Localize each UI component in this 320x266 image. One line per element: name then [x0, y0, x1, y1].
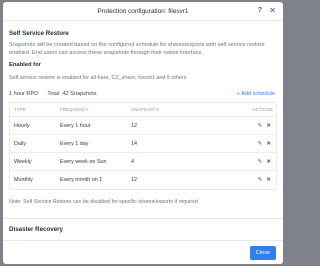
row-actions: ✎ ✕: [221, 159, 276, 165]
enabled-for-title: Enabled for: [9, 62, 41, 68]
row-snapshots: 12: [131, 122, 137, 129]
table-row: Daily Every 1 day 14 ✎ ✕: [10, 135, 276, 153]
row-snapshots: 14: [131, 140, 137, 147]
protection-config-dialog: Protection configuration: filesvr1 ? ✕ S…: [3, 2, 283, 264]
row-frequency: Every 1 hour: [60, 122, 91, 129]
row-frequency: Every week on Sun: [60, 158, 107, 165]
total-snapshots-label: Total: 42 Snapshots: [47, 91, 97, 97]
edit-icon[interactable]: ✎: [258, 141, 263, 147]
table-header: TYPE FREQUENCY SNAPSHOTS ACTIONS: [10, 103, 276, 117]
delete-icon[interactable]: ✕: [266, 141, 271, 147]
row-snapshots: 4: [131, 158, 134, 165]
edit-icon[interactable]: ✎: [258, 177, 263, 183]
header-actions: ACTIONS: [252, 107, 273, 112]
delete-icon[interactable]: ✕: [266, 123, 271, 129]
delete-icon[interactable]: ✕: [266, 159, 271, 165]
dialog-body: Self Service Restore Snapshots will be c…: [3, 21, 283, 240]
row-snapshots: 12: [131, 177, 137, 183]
section-divider: [3, 218, 283, 219]
table-row: Weekly Every week on Sun 4 ✎ ✕: [10, 153, 276, 171]
header-type: TYPE: [14, 107, 27, 112]
row-type: Weekly: [14, 158, 32, 165]
row-type: Daily: [14, 140, 26, 147]
dialog-header: Protection configuration: filesvr1 ? ✕: [3, 2, 283, 21]
disable-note: Note: Self Service Restore can be disabl…: [9, 199, 199, 205]
header-frequency: FREQUENCY: [60, 107, 89, 112]
row-type: Hourly: [14, 122, 30, 129]
rpo-label: 1 hour RPO: [9, 91, 39, 97]
row-actions: ✎ ✕: [221, 141, 276, 147]
edit-icon[interactable]: ✎: [258, 123, 263, 129]
dialog-title: Protection configuration: filesvr1: [97, 7, 189, 15]
row-type: Monthly: [14, 177, 33, 183]
table-row: Monthly Every month on 1 12 ✎ ✕: [10, 171, 276, 189]
self-service-restore-title: Self Service Restore: [9, 30, 69, 37]
row-frequency: Every 1 day: [60, 140, 89, 147]
row-frequency: Every month on 1: [60, 177, 103, 183]
schedule-summary: 1 hour RPO · Total: 42 Snapshots + Add s…: [9, 91, 277, 97]
help-icon[interactable]: ?: [258, 6, 262, 16]
disaster-recovery-title: Disaster Recovery: [9, 226, 64, 233]
header-snapshots: SNAPSHOTS: [131, 107, 160, 112]
schedule-table: TYPE FREQUENCY SNAPSHOTS ACTIONS Hourly …: [9, 102, 277, 190]
add-schedule-link[interactable]: + Add schedule: [237, 91, 275, 97]
close-icon[interactable]: ✕: [269, 6, 276, 16]
table-row: Hourly Every 1 hour 12 ✎ ✕: [10, 117, 276, 135]
enabled-for-text: Self service restore is enabled for all-…: [9, 75, 187, 81]
row-actions: ✎ ✕: [221, 123, 276, 129]
close-button[interactable]: Close: [250, 246, 276, 260]
summary-separator: ·: [42, 91, 45, 97]
delete-icon[interactable]: ✕: [266, 177, 271, 183]
row-actions: ✎ ✕: [221, 177, 276, 183]
dialog-footer: Close: [3, 240, 283, 264]
edit-icon[interactable]: ✎: [258, 159, 263, 165]
self-service-description: Snapshots will be created based on the c…: [9, 42, 265, 56]
